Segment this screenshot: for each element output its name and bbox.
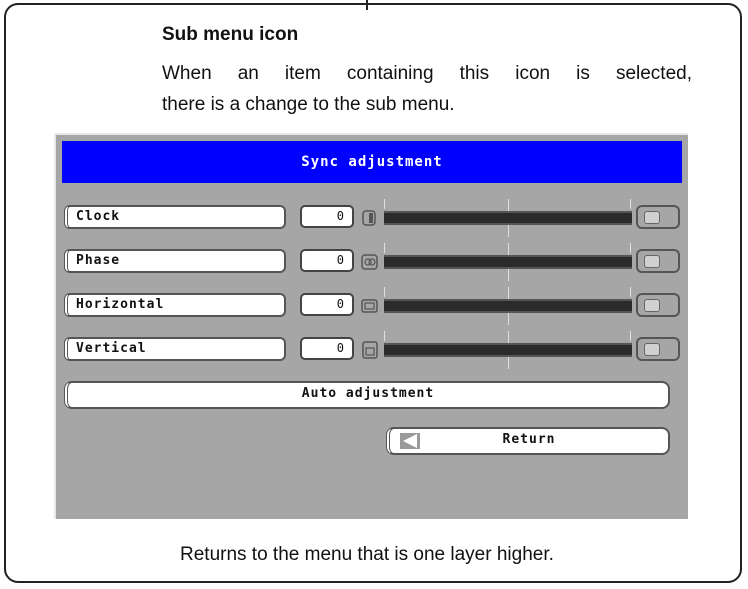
doc-description-line1: When an item containing this icon is sel… xyxy=(162,63,692,84)
phase-value: 0 xyxy=(300,249,354,272)
clock-icon xyxy=(362,210,376,226)
doc-heading: Sub menu icon xyxy=(162,24,299,45)
horizontal-position-icon xyxy=(361,299,378,313)
phase-submenu-icon[interactable] xyxy=(636,249,680,273)
return-label: Return xyxy=(502,432,556,447)
vertical-value: 0 xyxy=(300,337,354,360)
sync-adjustment-menu: Sync adjustment Clock 0 Phase 0 Horizont… xyxy=(54,133,688,519)
phase-icon xyxy=(361,254,378,270)
clock-label[interactable]: Clock xyxy=(64,205,286,229)
clock-submenu-icon[interactable] xyxy=(636,205,680,229)
clock-value: 0 xyxy=(300,205,354,228)
horizontal-slider[interactable] xyxy=(384,287,664,325)
phase-slider[interactable] xyxy=(384,243,664,281)
horizontal-row[interactable]: Horizontal 0 xyxy=(64,287,684,325)
phase-row[interactable]: Phase 0 xyxy=(64,243,684,281)
horizontal-submenu-icon[interactable] xyxy=(636,293,680,317)
vertical-submenu-icon[interactable] xyxy=(636,337,680,361)
doc-description-line2: there is a change to the sub menu. xyxy=(162,94,455,115)
menu-title: Sync adjustment xyxy=(62,141,682,183)
horizontal-value: 0 xyxy=(300,293,354,316)
auto-adjustment-button[interactable]: Auto adjustment xyxy=(64,381,670,409)
horizontal-label[interactable]: Horizontal xyxy=(64,293,286,317)
vertical-slider[interactable] xyxy=(384,331,664,369)
clock-row[interactable]: Clock 0 xyxy=(64,199,684,237)
vertical-label[interactable]: Vertical xyxy=(64,337,286,361)
vertical-row[interactable]: Vertical 0 xyxy=(64,331,684,369)
return-button[interactable]: Return xyxy=(386,427,670,455)
return-description: Returns to the menu that is one layer hi… xyxy=(180,544,554,565)
vertical-position-icon xyxy=(362,341,378,359)
clock-slider[interactable] xyxy=(384,199,664,237)
frame-notch xyxy=(366,0,368,10)
phase-label[interactable]: Phase xyxy=(64,249,286,273)
